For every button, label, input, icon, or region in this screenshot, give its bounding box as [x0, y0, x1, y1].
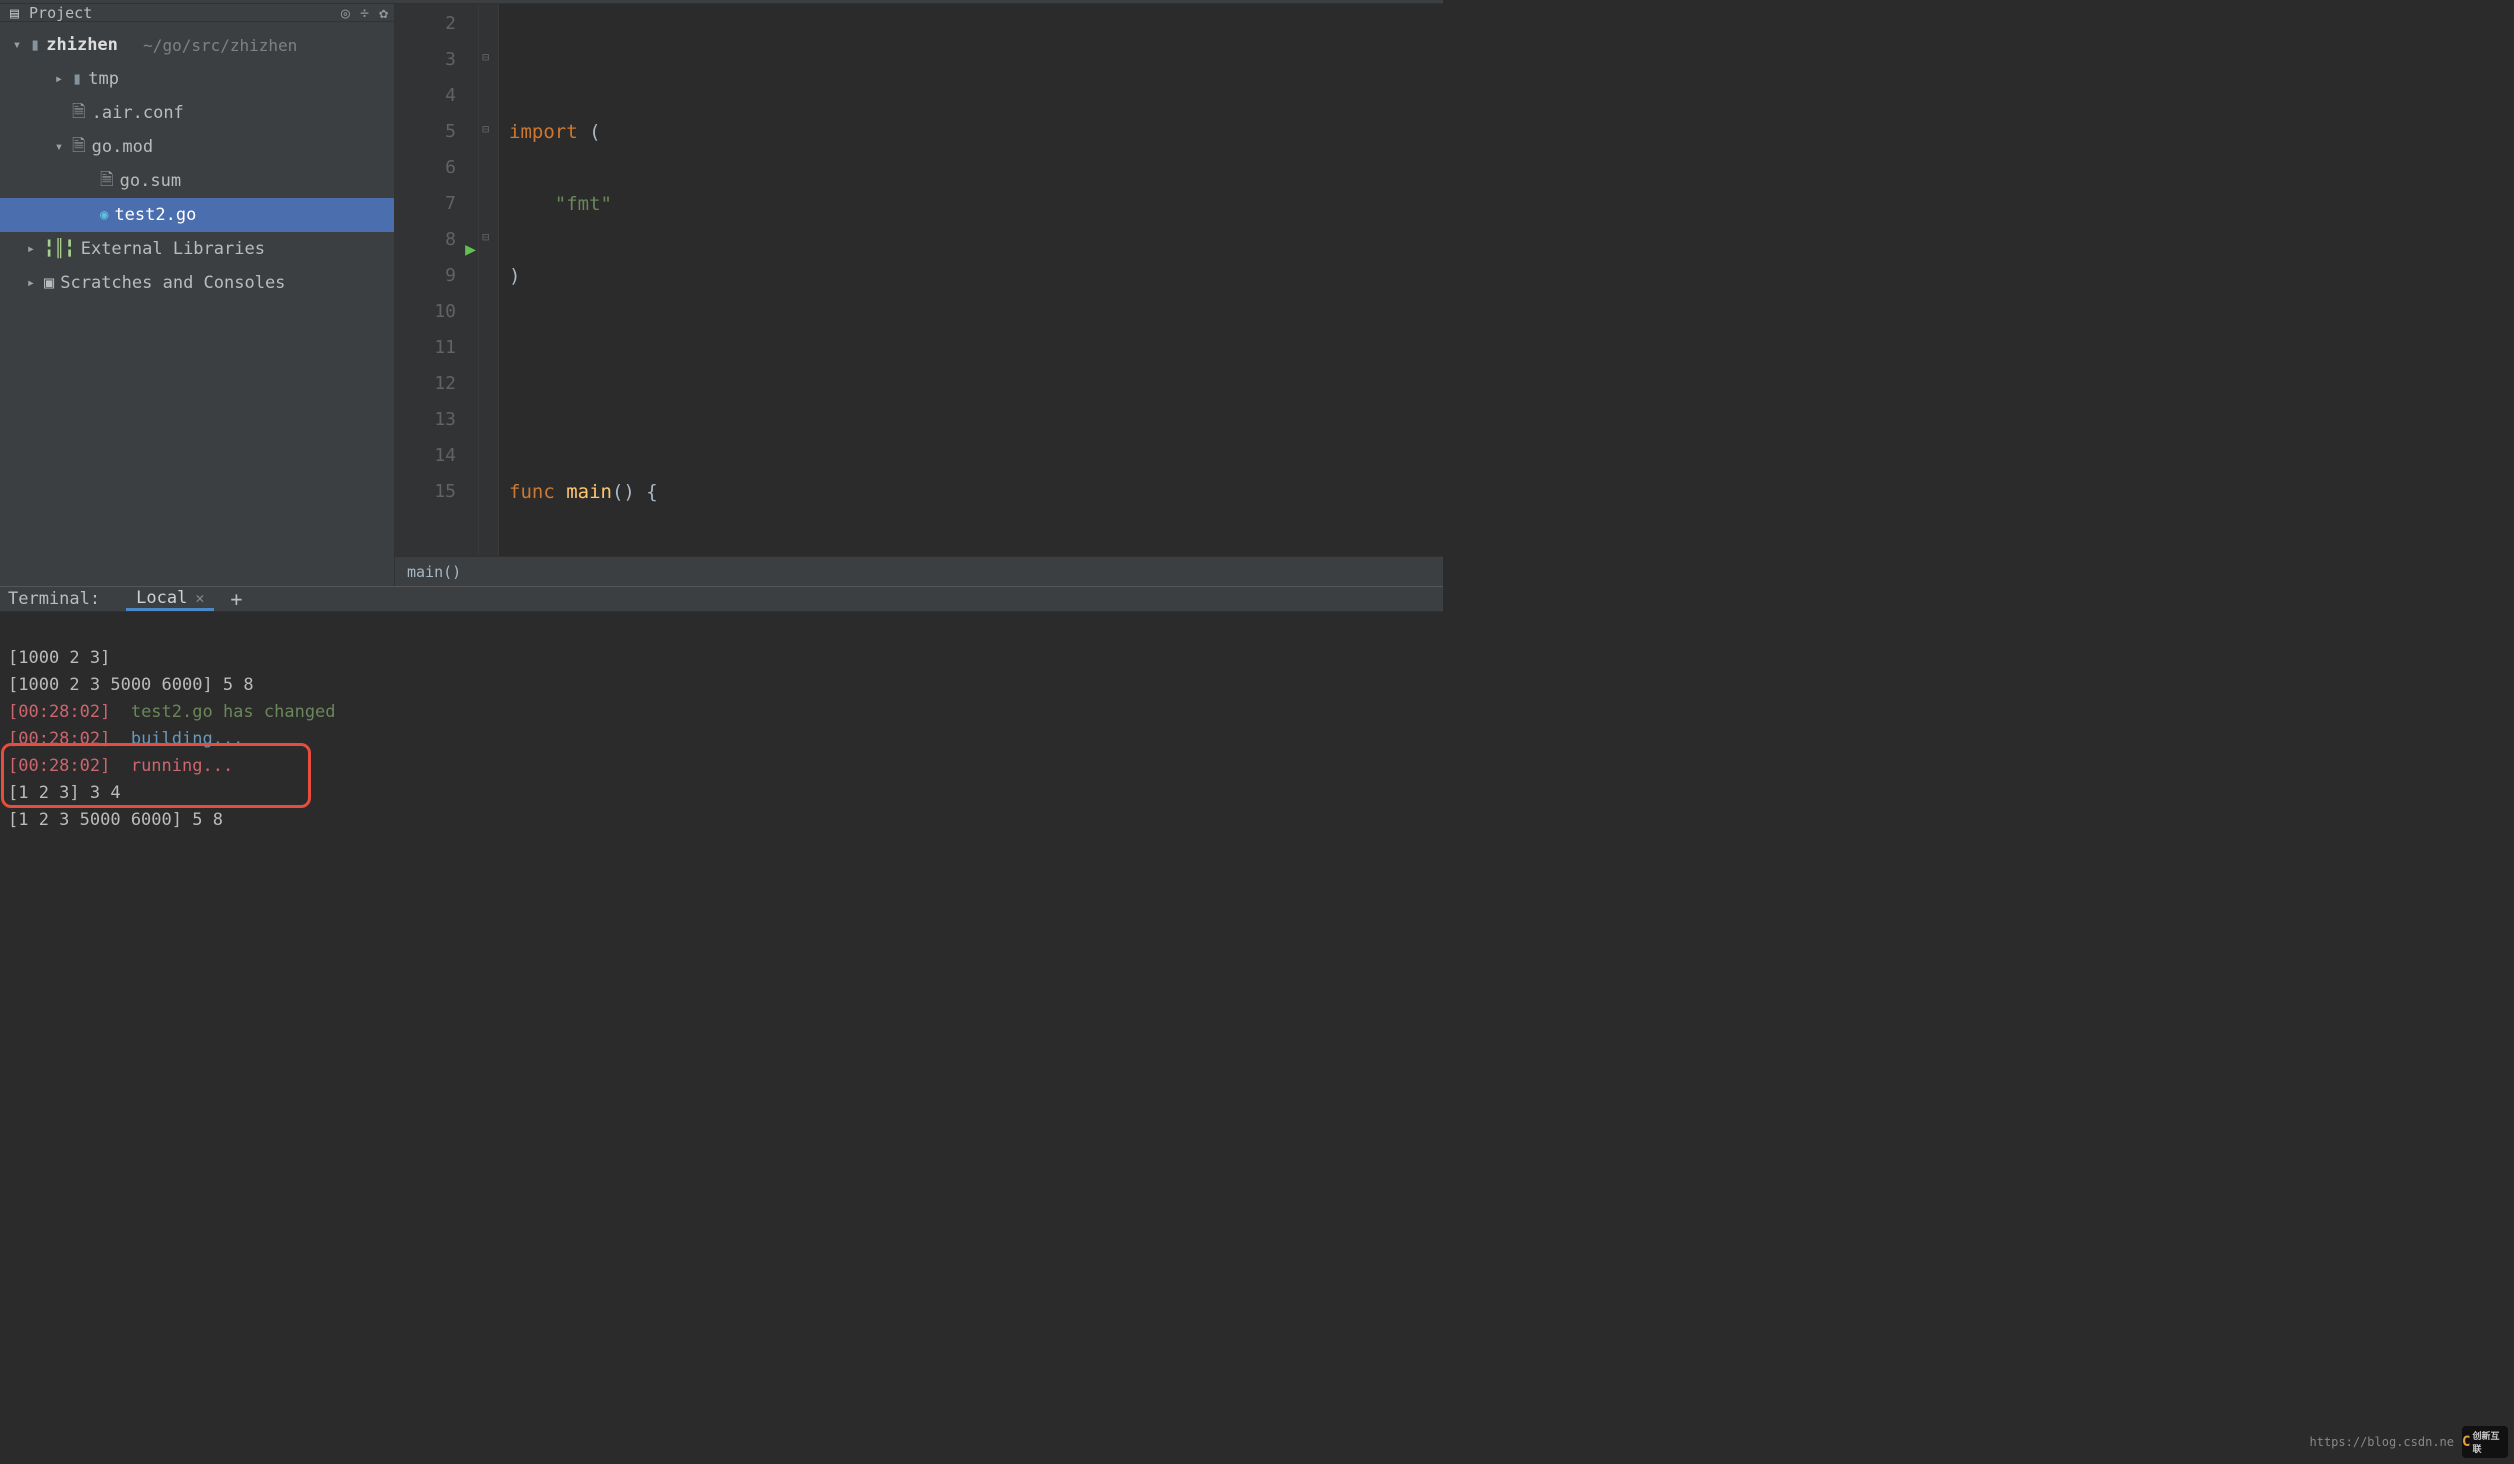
terminal-title: Terminal: [8, 589, 100, 609]
scr-icon: ▣ [44, 273, 54, 293]
tree-item[interactable]: 🗎 go.sum [0, 164, 394, 198]
terminal-line: [1 2 3 5000 6000] 5 8 [8, 810, 223, 830]
tree-item-label: go.mod [92, 137, 153, 157]
terminal-tab-label: Local [136, 588, 187, 608]
tree-item-label: .air.conf [92, 103, 184, 123]
tree-item-label: test2.go [114, 205, 196, 225]
fold-start-icon[interactable]: ⊟ [482, 230, 489, 244]
file-icon: 🗎 [72, 133, 86, 162]
project-panel-title-icon: ▤ [10, 4, 19, 22]
line-number[interactable]: 13 [395, 402, 456, 438]
tree-root-name: zhizhen [46, 35, 118, 55]
code-line: arr1 := [4]int{1,2,3,4} [509, 546, 1443, 556]
line-number[interactable]: 6 [395, 150, 456, 186]
line-number[interactable]: 14 [395, 438, 456, 474]
project-panel-title: Project [29, 4, 92, 22]
chevron-icon[interactable] [80, 173, 94, 189]
terminal-line: [00:28:02] running... [8, 756, 233, 776]
fold-column[interactable]: ⊟ ⊟ ⊟ [479, 4, 499, 556]
tree-root[interactable]: ▾ ▮ zhizhen ~/go/src/zhizhen [0, 28, 394, 62]
project-panel-header: ▤ Project ◎ ÷ ✿ [0, 4, 394, 22]
add-terminal-button[interactable]: + [220, 587, 252, 611]
folder-icon: ▮ [30, 35, 40, 55]
tree-item[interactable]: ◉ test2.go [0, 198, 394, 232]
watermark-url: https://blog.csdn.ne [2310, 1435, 2455, 1449]
project-tree[interactable]: ▾ ▮ zhizhen ~/go/src/zhizhen ▸ ▮ tmp 🗎 .air… [0, 22, 394, 306]
editor-gutter[interactable]: 2345678▶9101112131415 [395, 4, 479, 556]
tree-item-label: tmp [88, 69, 119, 89]
tree-item-label: Scratches and Consoles [60, 273, 285, 293]
watermark: https://blog.csdn.ne C创新互联 [2310, 1426, 2509, 1458]
tree-item-label: External Libraries [81, 239, 265, 259]
line-number[interactable]: 5 [395, 114, 456, 150]
fold-end-icon[interactable]: ⊟ [482, 122, 489, 136]
fold-start-icon[interactable]: ⊟ [482, 50, 489, 64]
line-number[interactable]: 4 [395, 78, 456, 114]
terminal-tabs: Terminal: Local ✕ + [0, 587, 1443, 612]
code-line [509, 402, 1443, 438]
tree-root-path: ~/go/src/zhizhen [124, 36, 297, 55]
code-line: import ( [509, 114, 1443, 150]
run-gutter-icon[interactable]: ▶ [465, 232, 476, 268]
file-icon: 🗎 [72, 99, 86, 128]
line-number[interactable]: 9 [395, 258, 456, 294]
terminal-panel: Terminal: Local ✕ + [1000 2 3] [1000 2 3… [0, 586, 1443, 840]
chevron-icon[interactable] [52, 105, 66, 121]
terminal-line: [00:28:02] building... [8, 729, 243, 749]
terminal-line: [1000 2 3 5000 6000] 5 8 [8, 675, 254, 695]
line-number[interactable]: 8▶ [395, 222, 456, 258]
line-number[interactable]: 10 [395, 294, 456, 330]
main-split: ▤ Project ◎ ÷ ✿ ▾ ▮ zhizhen ~/go/src/zhi… [0, 4, 1443, 586]
tree-item[interactable]: ▸ ╏║╏ External Libraries [0, 232, 394, 266]
terminal-output[interactable]: [1000 2 3] [1000 2 3 5000 6000] 5 8 [00:… [0, 612, 1443, 894]
tree-item[interactable]: ▸ ▣ Scratches and Consoles [0, 266, 394, 300]
project-panel: ▤ Project ◎ ÷ ✿ ▾ ▮ zhizhen ~/go/src/zhi… [0, 4, 395, 586]
dir-icon: ▮ [72, 69, 82, 89]
line-number[interactable]: 7 [395, 186, 456, 222]
chevron-icon[interactable]: ▸ [24, 241, 38, 257]
line-number[interactable]: 11 [395, 330, 456, 366]
chevron-down-icon[interactable]: ▾ [10, 37, 24, 53]
collapse-icon[interactable]: ÷ [360, 4, 369, 22]
code-line [509, 330, 1443, 366]
code-line: func main() { [509, 474, 1443, 510]
code-line [509, 42, 1443, 78]
terminal-tab-local[interactable]: Local ✕ [126, 587, 214, 611]
go-icon: ◉ [100, 207, 108, 223]
code-editor[interactable]: 2345678▶9101112131415 ⊟ ⊟ ⊟ import ( "fm… [395, 4, 1443, 586]
tree-item[interactable]: 🗎 .air.conf [0, 96, 394, 130]
breadcrumb[interactable]: main() [395, 556, 1443, 586]
code-area[interactable]: import ( "fmt" ) func main() { arr1 := [… [499, 4, 1443, 556]
close-icon[interactable]: ✕ [195, 589, 204, 607]
line-number[interactable]: 3 [395, 42, 456, 78]
tree-item[interactable]: ▸ ▮ tmp [0, 62, 394, 96]
line-number[interactable]: 12 [395, 366, 456, 402]
chevron-icon[interactable]: ▸ [24, 275, 38, 291]
line-number[interactable]: 15 [395, 474, 456, 510]
line-number[interactable]: 2 [395, 6, 456, 42]
terminal-line: [1000 2 3] [8, 648, 110, 668]
chevron-icon[interactable] [80, 207, 94, 223]
terminal-line: [1 2 3] 3 4 [8, 783, 121, 803]
gear-icon[interactable]: ✿ [379, 4, 388, 22]
file-icon: 🗎 [100, 167, 114, 196]
lib-icon: ╏║╏ [44, 239, 75, 259]
chevron-icon[interactable]: ▾ [52, 139, 66, 155]
tree-item[interactable]: ▾ 🗎 go.mod [0, 130, 394, 164]
terminal-line: [00:28:02] test2.go has changed [8, 702, 336, 722]
code-line: ) [509, 258, 1443, 294]
tree-item-label: go.sum [120, 171, 181, 191]
watermark-logo: C创新互联 [2462, 1426, 2508, 1458]
target-icon[interactable]: ◎ [341, 4, 350, 22]
chevron-icon[interactable]: ▸ [52, 71, 66, 87]
code-line: "fmt" [509, 186, 1443, 222]
